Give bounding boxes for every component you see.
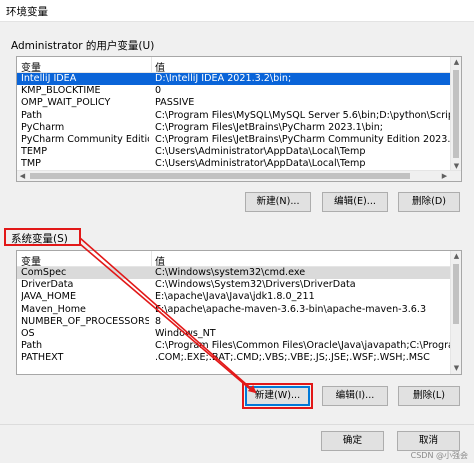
- user-delete-button[interactable]: 删除(D): [398, 192, 460, 212]
- cell-variable: ComSpec: [21, 267, 67, 278]
- system-delete-button[interactable]: 删除(L): [398, 386, 460, 406]
- cell-value: C:\Windows\System32\Drivers\DriverData: [155, 279, 356, 291]
- user-edit-button[interactable]: 编辑(E)...: [322, 192, 388, 212]
- cell-value: C:\Program Files\MySQL\MySQL Server 5.6\…: [155, 109, 450, 121]
- scroll-right-icon[interactable]: ▶: [439, 171, 450, 181]
- table-row[interactable]: PATHEXT .COM;.EXE;.BAT;.CMD;.VBS;.VBE;.JS…: [17, 352, 461, 364]
- cell-variable: OS: [21, 327, 35, 339]
- window-title: 环境变量: [6, 6, 48, 18]
- table-row[interactable]: IntelliJ IDEA D:\IntelliJ IDEA 2021.3.2\b…: [17, 73, 461, 86]
- divider: [0, 424, 474, 425]
- cell-value: C:\Windows\system32\cmd.exe: [155, 267, 306, 278]
- cell-variable: NUMBER_OF_PROCESSORS: [21, 315, 149, 327]
- table-row[interactable]: ComSpec C:\Windows\system32\cmd.exe: [17, 267, 461, 280]
- column-header-value[interactable]: 值: [155, 253, 165, 268]
- cell-variable: Path: [21, 340, 43, 352]
- table-row[interactable]: PyCharm Community Edition C:\Program File…: [17, 134, 461, 146]
- system-vars-vscrollbar[interactable]: ▲ ▼: [450, 251, 461, 374]
- user-vars-label: Administrator 的用户变量(U): [11, 40, 155, 52]
- table-row[interactable]: KMP_BLOCKTIME 0: [17, 85, 461, 97]
- cell-value: C:\Program Files\Common Files\Oracle\Jav…: [155, 340, 450, 352]
- cell-value: Windows_NT: [155, 327, 216, 339]
- cell-variable: KMP_BLOCKTIME: [21, 85, 101, 97]
- scroll-thumb[interactable]: [453, 70, 459, 158]
- system-edit-button[interactable]: 编辑(I)...: [322, 386, 388, 406]
- system-new-button[interactable]: 新建(W)...: [245, 386, 310, 406]
- cell-value: E:\apache\Java\Java\jdk1.8.0_211: [155, 291, 315, 303]
- table-row[interactable]: Path C:\Program Files\Common Files\Oracle…: [17, 340, 461, 352]
- cell-value: 0: [155, 85, 162, 97]
- user-vars-hscrollbar[interactable]: ◀ ▶: [17, 170, 461, 181]
- cell-variable: Maven_Home: [21, 303, 86, 315]
- cell-value: C:\Users\Administrator\AppData\Local\Tem…: [155, 158, 366, 170]
- cell-value: .COM;.EXE;.BAT;.CMD;.VBS;.VBE;.JS;.JSE;.…: [155, 352, 430, 364]
- cell-variable: OMP_WAIT_POLICY: [21, 97, 111, 109]
- cell-variable: TMP: [21, 158, 41, 170]
- ok-button[interactable]: 确定: [321, 431, 384, 451]
- cell-value: C:\Users\Administrator\AppData\Local\Tem…: [155, 146, 366, 158]
- table-row[interactable]: OMP_WAIT_POLICY PASSIVE: [17, 97, 461, 109]
- scroll-up-icon[interactable]: ▲: [451, 57, 461, 68]
- table-row[interactable]: PyCharm C:\Program Files\JetBrains\PyChar…: [17, 122, 461, 134]
- table-row[interactable]: NUMBER_OF_PROCESSORS 8: [17, 316, 461, 328]
- user-new-button[interactable]: 新建(N)...: [245, 192, 311, 212]
- scroll-left-icon[interactable]: ◀: [17, 171, 28, 181]
- table-row[interactable]: OS Windows_NT: [17, 328, 461, 340]
- cell-variable: JAVA_HOME: [21, 291, 77, 303]
- user-vars-header: 变量 值: [17, 57, 461, 74]
- cancel-button[interactable]: 取消: [397, 431, 460, 451]
- column-header-variable[interactable]: 变量: [21, 253, 41, 268]
- cell-variable: PyCharm Community Edition: [21, 133, 149, 145]
- user-vars-vscrollbar[interactable]: ▲ ▼: [450, 57, 461, 172]
- table-row[interactable]: JAVA_HOME E:\apache\Java\Java\jdk1.8.0_21…: [17, 291, 461, 303]
- cell-variable: PyCharm: [21, 121, 65, 133]
- scroll-up-icon[interactable]: ▲: [451, 251, 461, 262]
- scroll-down-icon[interactable]: ▼: [451, 363, 461, 374]
- table-row[interactable]: Maven_Home E:\apache\apache-maven-3.6.3-b…: [17, 304, 461, 316]
- system-vars-list[interactable]: 变量 值 ComSpec C:\Windows\system32\cmd.exe D…: [16, 250, 462, 375]
- cell-variable: Path: [21, 109, 43, 121]
- scroll-thumb[interactable]: [453, 264, 459, 324]
- cell-variable: TEMP: [21, 146, 47, 158]
- title-bar: 环境变量: [0, 0, 474, 22]
- scroll-thumb[interactable]: [30, 173, 410, 179]
- table-row[interactable]: DriverData C:\Windows\System32\Drivers\Dr…: [17, 279, 461, 291]
- column-header-value[interactable]: 值: [155, 59, 165, 74]
- table-row[interactable]: Path C:\Program Files\MySQL\MySQL Server …: [17, 110, 461, 122]
- system-vars-header: 变量 值: [17, 251, 461, 268]
- column-header-variable[interactable]: 变量: [21, 59, 41, 74]
- cell-value: 8: [155, 315, 162, 327]
- user-vars-list[interactable]: 变量 值 IntelliJ IDEA D:\IntelliJ IDEA 2021.…: [16, 56, 462, 182]
- cell-value: PASSIVE: [155, 97, 195, 109]
- cell-variable: DriverData: [21, 279, 74, 291]
- cell-value: C:\Program Files\JetBrains\PyCharm Commu…: [155, 133, 450, 145]
- system-vars-label: 系统变量(S): [11, 233, 68, 245]
- cell-value: D:\IntelliJ IDEA 2021.3.2\bin;: [155, 73, 292, 84]
- cell-variable: PATHEXT: [21, 352, 64, 364]
- cell-variable: IntelliJ IDEA: [21, 73, 77, 84]
- cell-value: E:\apache\apache-maven-3.6.3-bin\apache-…: [155, 303, 427, 315]
- table-row[interactable]: TEMP C:\Users\Administrator\AppData\Local…: [17, 146, 461, 158]
- cell-value: C:\Program Files\JetBrains\PyCharm 2023.…: [155, 121, 384, 133]
- table-row[interactable]: TMP C:\Users\Administrator\AppData\Local\…: [17, 158, 461, 170]
- watermark: CSDN @小强会: [410, 451, 468, 460]
